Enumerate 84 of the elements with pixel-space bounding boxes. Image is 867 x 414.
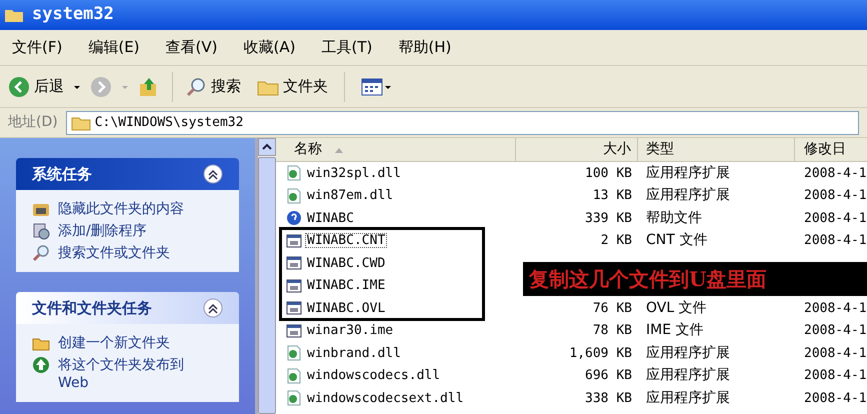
file-size: 338 KB: [585, 390, 632, 408]
menu-item[interactable]: 编辑(E): [88, 36, 140, 59]
file-size: 13 KB: [592, 187, 632, 205]
task-link[interactable]: 创建一个新文件夹: [58, 334, 208, 352]
dll-file-icon: [286, 188, 302, 204]
file-type: OVL 文件: [646, 300, 707, 316]
file-name[interactable]: winar30.ime: [305, 323, 396, 338]
address-text: C:\WINDOWS\system32: [94, 114, 244, 132]
file-type: 帮助文件: [646, 210, 702, 226]
file-name[interactable]: win87em.dll: [305, 188, 396, 204]
file-size: 2 KB: [600, 232, 632, 250]
file-name[interactable]: WINABC: [305, 210, 356, 226]
task-link[interactable]: 将这个文件夹发布到Web: [58, 356, 208, 392]
file-date: 2008-4-1: [804, 390, 867, 406]
file-icon: [286, 232, 302, 249]
file-date: 2008-4-1: [804, 346, 867, 360]
programs-icon: [32, 222, 50, 240]
file-name[interactable]: WINABC.IME: [305, 278, 388, 294]
task-link[interactable]: 隐藏此文件夹的内容: [58, 200, 208, 218]
file-type: 应用程序扩展: [646, 367, 730, 384]
file-name[interactable]: WINABC.CWD: [305, 256, 388, 271]
file-date: 2008-4-1: [804, 210, 867, 226]
dll-file-icon: [286, 368, 302, 384]
dll-file-icon: [286, 390, 302, 406]
menu-item[interactable]: 工具(T): [321, 36, 372, 59]
search-icon: [32, 244, 50, 262]
collapse-icon[interactable]: [203, 298, 223, 318]
folder-icon: [4, 7, 24, 23]
file-date: 2008-4-1: [804, 188, 867, 203]
file-name[interactable]: windowscodecs.dll: [305, 368, 442, 384]
column-header[interactable]: 修改日: [795, 138, 867, 161]
views-icon[interactable]: [361, 76, 393, 96]
folders-button[interactable]: 文件夹: [257, 75, 328, 98]
column-header[interactable]: 大小: [516, 138, 638, 161]
menu-item[interactable]: 收藏(A): [244, 36, 296, 59]
scroll-up-icon[interactable]: [258, 138, 276, 156]
file-date: 2008-4-1: [804, 300, 867, 316]
file-size: 339 KB: [585, 210, 632, 228]
column-header[interactable]: 名称: [276, 138, 516, 161]
task-link[interactable]: 添加/删除程序: [58, 222, 208, 240]
folder-icon: [70, 114, 91, 130]
file-name[interactable]: winbrand.dll: [305, 346, 403, 361]
file-size: 1,609 KB: [569, 344, 632, 362]
file-date: 2008-4-1: [804, 166, 867, 180]
file-icon: [286, 255, 302, 272]
menu-item[interactable]: 查看(V): [166, 36, 218, 59]
search-icon: [185, 76, 207, 98]
file-size: 696 KB: [585, 367, 632, 385]
search-button[interactable]: 搜索: [185, 75, 241, 98]
panel-title: 系统任务: [32, 164, 92, 185]
file-size: 76 KB: [592, 300, 632, 318]
column-header[interactable]: 类型: [638, 138, 795, 161]
collapse-icon[interactable]: [203, 164, 223, 184]
panel-title: 文件和文件夹任务: [32, 298, 152, 319]
file-size: 100 KB: [585, 164, 632, 182]
address-label: 地址(D): [8, 113, 58, 132]
file-icon: [286, 278, 302, 294]
file-icon: [286, 300, 302, 316]
file-name[interactable]: windowscodecsext.dll: [305, 390, 466, 406]
file-type: 应用程序扩展: [646, 164, 730, 181]
file-date: 2008-4-1: [804, 368, 867, 383]
menu-item[interactable]: 文件(F): [12, 36, 62, 59]
window-title: system32: [32, 3, 114, 26]
back-button[interactable]: 后退: [8, 75, 64, 98]
file-size: 78 KB: [592, 322, 632, 340]
file-type: IME 文件: [646, 322, 704, 338]
file-type: 应用程序扩展: [646, 344, 730, 361]
dll-file-icon: [286, 165, 302, 182]
file-icon: [286, 322, 302, 339]
caption-text: 复制这几个文件到U盘里面: [529, 266, 766, 293]
menu-item[interactable]: 帮助(H): [398, 36, 452, 59]
file-type: CNT 文件: [646, 232, 708, 248]
dll-file-icon: [286, 345, 302, 362]
file-name[interactable]: WINABC.CNT: [305, 233, 388, 248]
help-icon: [286, 210, 302, 226]
file-type: 应用程序扩展: [646, 187, 730, 204]
sort-arrow-icon: [334, 146, 344, 154]
file-name[interactable]: WINABC.OVL: [305, 300, 388, 316]
file-type: 应用程序扩展: [646, 390, 730, 406]
file-date: 2008-4-1: [804, 233, 867, 248]
task-link[interactable]: 搜索文件或文件夹: [58, 244, 208, 262]
file-name[interactable]: win32spl.dll: [305, 166, 403, 181]
file-date: 2008-4-1: [804, 323, 867, 338]
address-field[interactable]: C:\WINDOWS\system32: [66, 110, 859, 134]
